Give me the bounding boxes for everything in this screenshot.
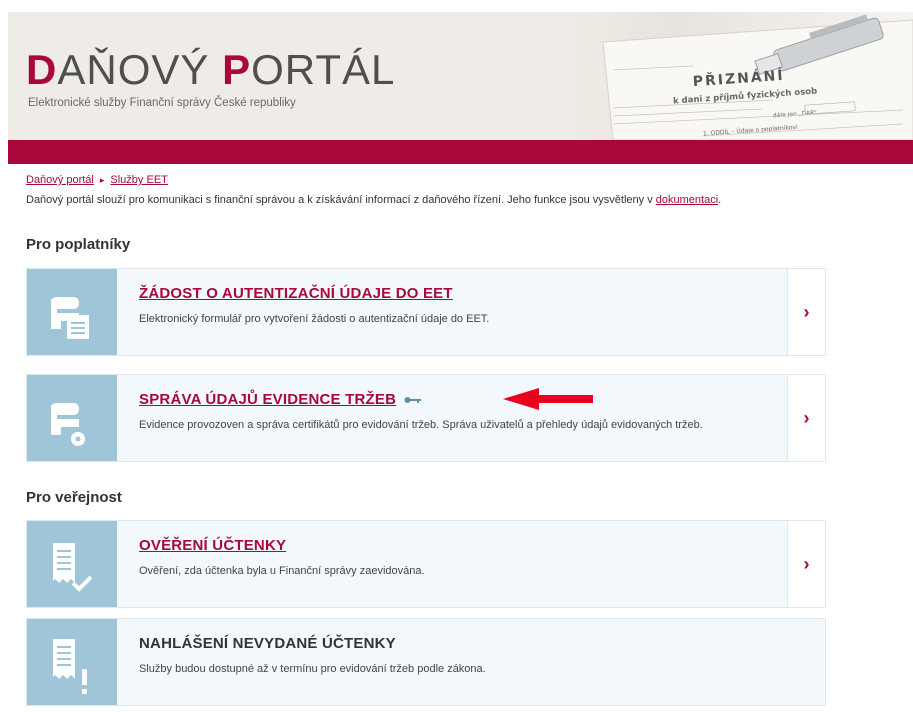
card-title-zadost[interactable]: ŽÁDOST O AUTENTIZAČNÍ ÚDAJE DO EET [139,285,453,302]
card-overeni-uctenky[interactable]: OVĚŘENÍ ÚČTENKY Ověření, zda účtenka byl… [26,520,826,608]
breadcrumb: Daňový portál ▸ Služby EET [26,174,168,186]
card-zadost-autentizace[interactable]: ŽÁDOST O AUTENTIZAČNÍ ÚDAJE DO EET Elekt… [26,268,826,356]
chevron-right-icon[interactable]: › [787,521,825,607]
card-desc-zadost: Elektronický formulář pro vytvoření žádo… [139,313,490,325]
form-settings-icon [27,375,117,461]
card-text: ŽÁDOST O AUTENTIZAČNÍ ÚDAJE DO EET Elekt… [139,285,781,325]
intro-suffix: . [718,194,722,206]
card-sprava-udaju[interactable]: SPRÁVA ÚDAJŮ EVIDENCE TRŽEB Evidence pro… [26,374,826,462]
breadcrumb-separator-icon: ▸ [99,175,105,185]
key-icon [404,396,422,403]
site-header: PŘIZNÁNÍ k dani z příjmů fyzických osob … [8,12,913,140]
card-nahlaseni-nevydane: NAHLÁŠENÍ NEVYDANÉ ÚČTENKY Služby budou … [26,618,826,706]
receipt-check-icon [27,521,117,607]
card-title-nahlaseni: NAHLÁŠENÍ NEVYDANÉ ÚČTENKY [139,635,396,652]
intro-text: Daňový portál slouží pro komunikaci s fi… [26,194,721,206]
tax-form-illustration: PŘIZNÁNÍ k dani z příjmů fyzických osob … [602,14,913,140]
chevron-right-icon[interactable]: › [787,269,825,355]
logo-letter-d: D [26,46,58,93]
card-text: OVĚŘENÍ ÚČTENKY Ověření, zda účtenka byl… [139,537,781,577]
breadcrumb-danovy-portal[interactable]: Daňový portál [26,174,94,186]
card-text: NAHLÁŠENÍ NEVYDANÉ ÚČTENKY Služby budou … [139,635,781,675]
documentation-link[interactable]: dokumentaci [656,194,718,206]
annotation-arrow-icon [503,388,593,410]
logo-text-danovy: AŇOVÝ [57,46,223,93]
card-desc-nahlaseni: Služby budou dostupné až v termínu pro e… [139,663,486,675]
card-text: SPRÁVA ÚDAJŮ EVIDENCE TRŽEB Evidence pro… [139,391,781,431]
portal-subtitle: Elektronické služby Finanční správy Česk… [28,97,296,109]
section-title-verejnost: Pro veřejnost [26,489,122,506]
card-desc-overeni: Ověření, zda účtenka byla u Finanční spr… [139,565,425,577]
header-bar [8,140,913,164]
card-desc-sprava: Evidence provozoven a správa certifikátů… [139,419,703,431]
card-title-overeni[interactable]: OVĚŘENÍ ÚČTENKY [139,537,286,554]
logo-text-portal: ORTÁL [251,46,396,93]
section-title-poplatniky: Pro poplatníky [26,236,131,253]
logo-letter-p: P [222,46,252,93]
intro-body: Daňový portál slouží pro komunikaci s fi… [26,194,656,206]
form-document-icon [27,269,117,355]
chevron-right-icon[interactable]: › [787,375,825,461]
portal-logo[interactable]: DAŇOVÝ PORTÁL [26,48,395,92]
header-illustration: PŘIZNÁNÍ k dani z příjmů fyzických osob … [573,12,913,140]
breadcrumb-sluzby-eet[interactable]: Služby EET [110,174,167,186]
card-title-sprava[interactable]: SPRÁVA ÚDAJŮ EVIDENCE TRŽEB [139,391,396,408]
receipt-warning-icon [27,619,117,705]
